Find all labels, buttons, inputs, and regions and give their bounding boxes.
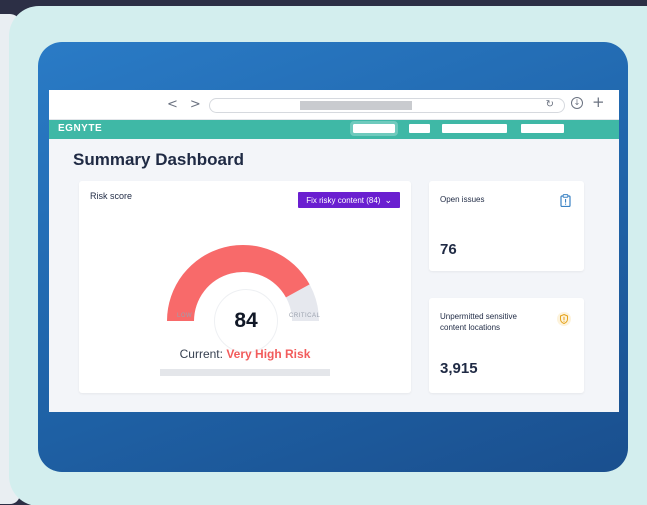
current-prefix: Current:	[179, 347, 223, 361]
risk-score-card: Risk score Fix risky content (84) ⌄ LOW C…	[79, 181, 411, 393]
nav-item-2[interactable]	[409, 124, 430, 133]
shield-warning-icon	[557, 312, 571, 326]
sensitive-content-card[interactable]: Unpermitted sensitive content locations …	[429, 298, 584, 393]
nav-item-4[interactable]	[521, 124, 564, 133]
app-header: EGNYTE	[49, 120, 619, 139]
gauge-critical-label: CRITICAL	[289, 313, 321, 319]
open-issues-value: 76	[440, 241, 457, 258]
url-placeholder-block	[300, 101, 412, 110]
score-circle: 84	[215, 290, 277, 352]
presentation-stage: <> ↻ ↓ + EGNYTE Summary Dashboard Risk s…	[38, 42, 628, 472]
gauge-low-label: LOW	[177, 313, 193, 319]
risk-score-title: Risk score	[90, 191, 133, 201]
egnyte-logo[interactable]: EGNYTE	[58, 123, 102, 134]
current-risk-level: Very High Risk	[226, 347, 311, 361]
chevron-down-icon: ⌄	[384, 195, 392, 205]
nav-item-3[interactable]	[442, 124, 507, 133]
address-bar[interactable]: ↻	[209, 98, 565, 113]
sensitive-title: Unpermitted sensitive content locations	[440, 311, 517, 333]
nav-item-1[interactable]	[350, 121, 398, 136]
open-issues-title: Open issues	[440, 195, 485, 204]
fix-button-label: Fix risky content (84)	[306, 196, 381, 205]
sensitive-title-line1: Unpermitted sensitive	[440, 312, 517, 321]
browser-toolbar: <> ↻ ↓ +	[49, 90, 619, 120]
reload-icon[interactable]: ↻	[546, 99, 554, 110]
sensitive-value: 3,915	[440, 360, 478, 377]
placeholder-bar	[160, 369, 330, 376]
new-tab-icon[interactable]: +	[592, 93, 605, 111]
sensitive-title-line2: content locations	[440, 323, 501, 332]
nav-arrows[interactable]: <>	[167, 97, 213, 112]
current-risk-line: Current: Very High Risk	[79, 347, 411, 361]
browser-window: <> ↻ ↓ + EGNYTE Summary Dashboard Risk s…	[49, 90, 619, 412]
clipboard-icon	[560, 194, 571, 207]
back-icon[interactable]: <	[167, 97, 190, 112]
open-issues-card[interactable]: Open issues 76	[429, 181, 584, 271]
risk-score-value: 84	[234, 309, 258, 332]
download-icon[interactable]: ↓	[571, 97, 583, 109]
fix-risky-content-button[interactable]: Fix risky content (84) ⌄	[298, 192, 400, 208]
page-title: Summary Dashboard	[73, 150, 244, 169]
